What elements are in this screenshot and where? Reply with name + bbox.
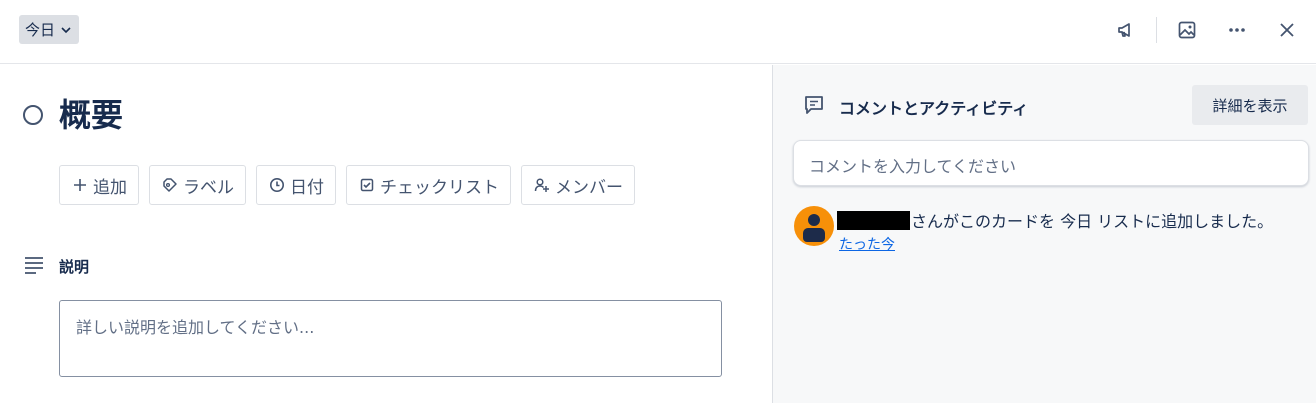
megaphone-icon (1118, 23, 1130, 37)
activity-heading: コメントとアクティビティ (839, 99, 1029, 118)
watch-button[interactable] (1110, 14, 1142, 46)
more-actions-button[interactable] (1221, 14, 1253, 46)
plus-icon (74, 179, 86, 191)
dates-button-label: 日付 (290, 177, 324, 198)
description-field[interactable]: 詳しい説明を追加してください... (59, 300, 722, 377)
add-button-label: 追加 (93, 177, 127, 198)
card-header: 今日 (0, 0, 1316, 64)
list-name: 今日 (25, 21, 56, 39)
close-button[interactable] (1271, 14, 1303, 46)
card-actions: 追加 ラベル 日付 チェックリスト メンバー (59, 165, 635, 205)
avatar-body (803, 228, 825, 242)
dates-button[interactable]: 日付 (256, 165, 336, 205)
checklist-button-label: チェックリスト (380, 177, 499, 198)
members-button[interactable]: メンバー (521, 165, 635, 205)
activity-panel: コメントとアクティビティ 詳細を表示 コメントを入力してください さんがこのカー… (772, 65, 1316, 403)
description-icon (25, 257, 43, 274)
cover-button[interactable] (1171, 14, 1203, 46)
chevron-down-icon (61, 26, 71, 33)
checkbox-icon (360, 178, 374, 192)
show-details-button[interactable]: 詳細を表示 (1192, 85, 1308, 125)
image-icon (1178, 21, 1196, 39)
avatar[interactable] (794, 206, 834, 246)
complete-checkbox[interactable] (23, 105, 43, 125)
labels-button-label: ラベル (183, 177, 234, 198)
activity-timestamp-link[interactable]: たった今 (839, 234, 895, 254)
clock-icon (270, 178, 284, 192)
activity-entry: さんがこのカードを 今日 リストに追加しました。 (837, 208, 1273, 232)
add-button[interactable]: 追加 (59, 165, 139, 205)
labels-button[interactable]: ラベル (149, 165, 246, 205)
members-button-label: メンバー (555, 177, 623, 198)
redacted-username (837, 210, 910, 230)
activity-text: さんがこのカードを 今日 リストに追加しました。 (911, 212, 1274, 231)
checklist-button[interactable]: チェックリスト (346, 165, 511, 205)
header-divider (1156, 17, 1157, 43)
list-selector-button[interactable]: 今日 (19, 15, 80, 44)
add-person-icon (534, 178, 549, 192)
card-title[interactable]: 概要 (59, 93, 123, 137)
comment-input[interactable]: コメントを入力してください (793, 140, 1309, 186)
close-icon (1280, 23, 1294, 37)
tag-icon (163, 178, 177, 192)
more-icon (1229, 28, 1245, 32)
description-heading: 説明 (59, 258, 90, 276)
card-main-panel: 概要 追加 ラベル 日付 チェックリスト メンバー 説明 詳しい説明を追加してく… (0, 65, 772, 403)
avatar-head (808, 214, 820, 226)
comment-icon (805, 96, 823, 114)
